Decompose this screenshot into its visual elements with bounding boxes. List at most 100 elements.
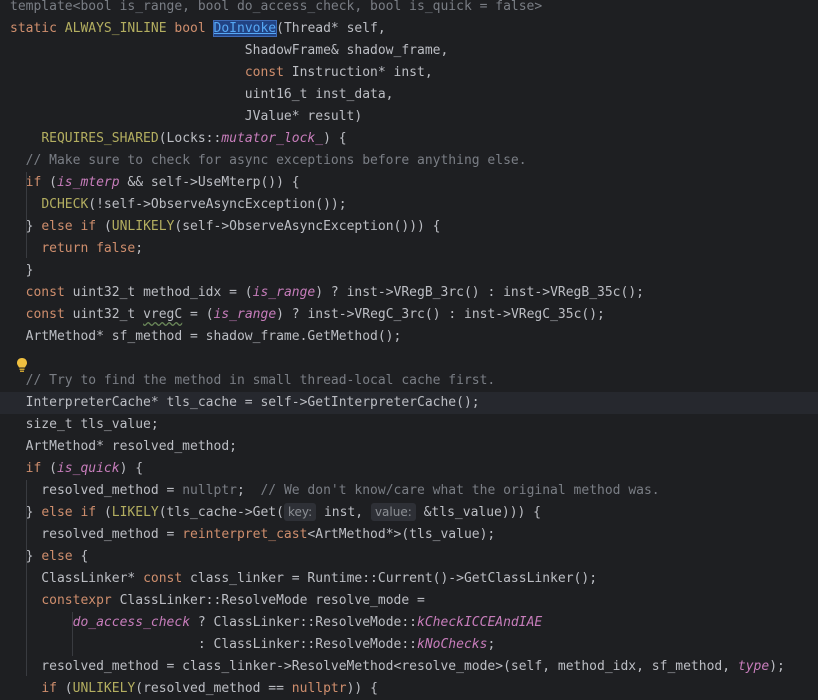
code-text: REQUIRES_SHARED(Locks::mutator_lock_) { [10,128,346,150]
code-token: ); [769,659,785,674]
code-line[interactable]: if (is_quick) { [0,458,818,480]
code-text: size_t tls_value; [10,414,159,436]
code-token: do_access_check [72,615,191,630]
code-token: ( [64,681,73,696]
code-token: if [25,175,50,190]
code-token: // We don't know/care what the original … [260,483,660,498]
code-line[interactable]: ArtMethod* sf_method = shadow_frame.GetM… [0,326,818,348]
code-line[interactable]: if (UNLIKELY(resolved_method == nullptr)… [0,678,818,700]
code-token: size_t tls_value; [10,417,159,432]
code-text: static ALWAYS_INLINE bool DoInvoke(Threa… [10,18,386,40]
code-text: } else if (UNLIKELY(self->ObserveAsyncEx… [10,216,441,238]
code-text: if (is_mterp && self->UseMterp()) { [10,172,300,194]
code-token: ShadowFrame& shadow_frame, [10,43,449,58]
code-token: REQUIRES_SHARED [41,131,159,146]
code-token: Instruction* inst, [291,65,433,80]
code-token: return false [41,241,136,256]
code-line[interactable]: JValue* result) [0,106,818,128]
code-token: bool [174,21,214,36]
code-text: const Instruction* inst, [10,62,433,84]
code-line[interactable]: resolved_method = reinterpret_cast<ArtMe… [0,524,818,546]
code-token: ) ? inst->VRegB_3rc() : inst->VRegB_35c(… [315,285,644,300]
code-token: uint16_t inst_data, [10,87,394,102]
code-line[interactable]: : ClassLinker::ResolveMode::kNoChecks; [0,634,818,656]
code-token: && self->UseMterp()) { [119,175,300,190]
code-token: is_range [213,307,277,322]
code-line[interactable]: const uint32_t method_idx = (is_range) ?… [0,282,818,304]
code-line[interactable]: InterpreterCache* tls_cache = self->GetI… [0,392,818,414]
code-text: const uint32_t method_idx = (is_range) ?… [10,282,644,304]
code-token: )) { [346,681,378,696]
code-line[interactable]: } else { [0,546,818,568]
code-token: else if [41,219,104,234]
code-line[interactable]: REQUIRES_SHARED(Locks::mutator_lock_) { [0,128,818,150]
code-token: ) { [119,461,144,476]
code-token: ClassLinker* [10,571,144,586]
code-text: do_access_check ? ClassLinker::ResolveMo… [10,612,543,634]
lightbulb-icon[interactable] [17,358,27,372]
code-line[interactable]: do_access_check ? ClassLinker::ResolveMo… [0,612,818,634]
code-token: (self->ObserveAsyncException())) { [174,219,441,234]
code-token: // Try to find the method in small threa… [25,373,496,388]
code-token: ; [487,637,496,652]
code-line[interactable]: ArtMethod* resolved_method; [0,436,818,458]
code-line[interactable]: const Instruction* inst, [0,62,818,84]
indent-guide [26,480,27,676]
code-text: ShadowFrame& shadow_frame, [10,40,449,62]
code-token: } [10,263,34,278]
code-token: constexpr [41,593,120,608]
code-line[interactable]: if (is_mterp && self->UseMterp()) { [0,172,818,194]
code-text: // Try to find the method in small threa… [10,370,496,392]
code-line[interactable]: return false; [0,238,818,260]
code-token: // Make sure to check for async exceptio… [25,153,527,168]
code-line[interactable]: const uint32_t vregC = (is_range) ? inst… [0,304,818,326]
code-token: resolved_method = [10,483,183,498]
code-token: const [244,65,292,80]
code-token: ALWAYS_INLINE [64,21,175,36]
code-token: kCheckICCEAndIAE [417,615,543,630]
code-text: template<bool is_range, bool do_access_c… [10,0,542,18]
code-text: ArtMethod* sf_method = shadow_frame.GetM… [10,326,402,348]
code-line[interactable]: ShadowFrame& shadow_frame, [0,40,818,62]
code-token: else [41,549,81,564]
code-line[interactable]: } else if (UNLIKELY(self->ObserveAsyncEx… [0,216,818,238]
code-token: const [25,307,73,322]
code-text: if (is_quick) { [10,458,143,480]
code-token: LIKELY [111,505,159,520]
code-line[interactable]: template<bool is_range, bool do_access_c… [0,0,818,18]
code-line[interactable]: DCHECK(!self->ObserveAsyncException()); [0,194,818,216]
code-token: { [80,549,89,564]
code-token: InterpreterCache* tls_cache = self->GetI… [10,395,480,410]
code-token: ArtMethod* resolved_method; [10,439,237,454]
code-text: if (UNLIKELY(resolved_method == nullptr)… [10,678,378,700]
code-token: (tls_cache->Get( [158,505,284,520]
code-line[interactable]: } else if (LIKELY(tls_cache->Get(key: in… [0,502,818,524]
code-line[interactable]: ClassLinker* const class_linker = Runtim… [0,568,818,590]
code-token: ? ClassLinker::ResolveMode:: [190,615,418,630]
code-line[interactable]: constexpr ClassLinker::ResolveMode resol… [0,590,818,612]
code-line[interactable]: resolved_method = class_linker->ResolveM… [0,656,818,678]
code-line[interactable]: } [0,260,818,282]
code-token: ArtMethod* sf_method = shadow_frame.GetM… [10,329,402,344]
code-token: <ArtMethod*>(tls_value); [307,527,496,542]
code-token: (!self->ObserveAsyncException()); [88,197,347,212]
code-token: UNLIKELY [72,681,136,696]
code-line[interactable]: size_t tls_value; [0,414,818,436]
code-text: resolved_method = class_linker->ResolveM… [10,656,785,678]
code-line[interactable]: uint16_t inst_data, [0,84,818,106]
code-token: reinterpret_cast [182,527,308,542]
code-token: uint32_t method_idx = ( [72,285,253,300]
code-editor[interactable]: template<bool is_range, bool do_access_c… [0,0,818,696]
code-line[interactable]: resolved_method = nullptr; // We don't k… [0,480,818,502]
code-token: = ( [182,307,214,322]
code-token: const [25,285,73,300]
code-line[interactable]: // Try to find the method in small threa… [0,370,818,392]
code-line[interactable]: static ALWAYS_INLINE bool DoInvoke(Threa… [0,18,818,40]
code-token: nullptr [291,681,347,696]
code-token: DCHECK [41,197,89,212]
code-line[interactable]: // Make sure to check for async exceptio… [0,150,818,172]
code-line[interactable] [0,348,818,370]
